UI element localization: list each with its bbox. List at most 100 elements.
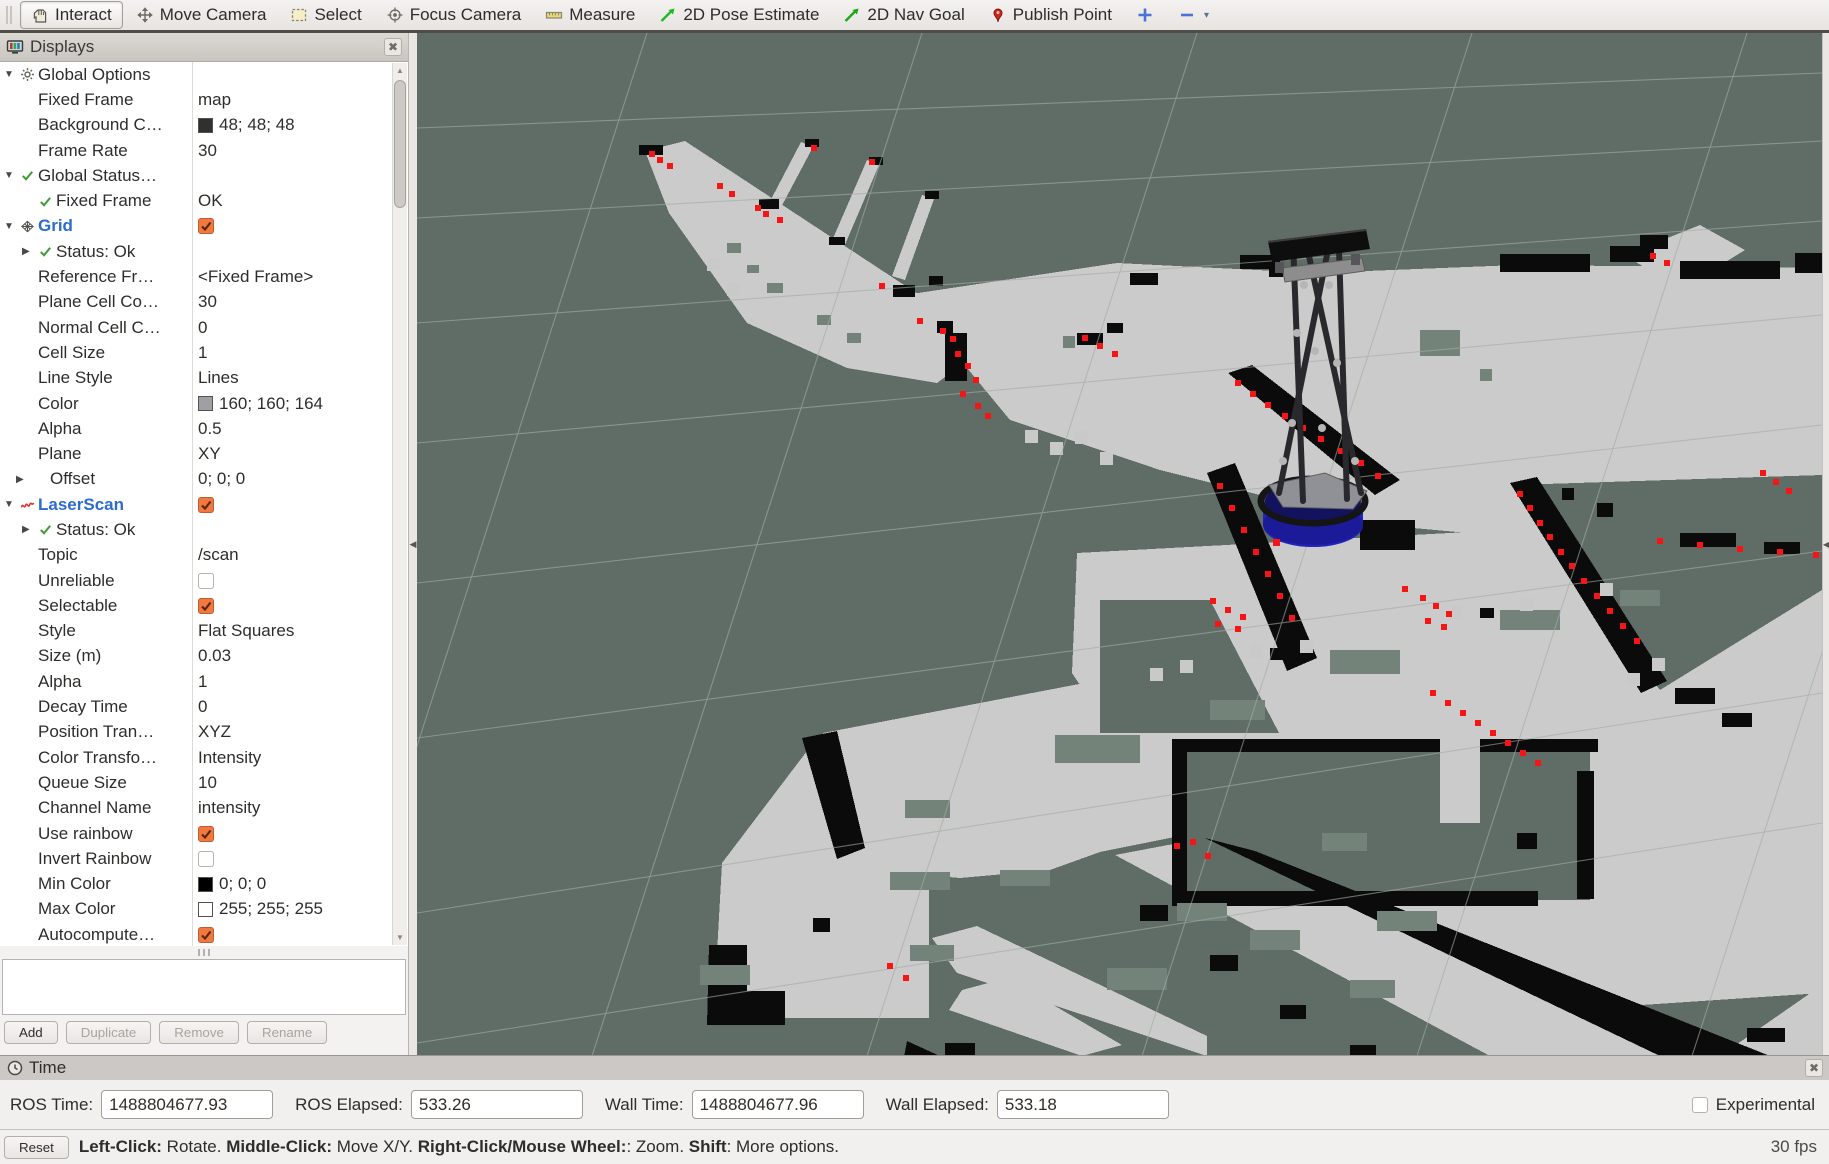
tree-row[interactable]: Cell Size1: [0, 340, 408, 365]
tree-row[interactable]: Fixed Framemap: [0, 87, 408, 112]
tree-row[interactable]: Decay Time0: [0, 694, 408, 719]
tree-row[interactable]: ▼LaserScan: [0, 492, 408, 517]
toolbar-button-plus[interactable]: [1125, 2, 1165, 28]
expander-closed-icon[interactable]: ▶: [16, 474, 32, 485]
tree-row[interactable]: Channel Nameintensity: [0, 796, 408, 821]
tree-row[interactable]: Position Tran…XYZ: [0, 720, 408, 745]
property-checkbox[interactable]: [198, 218, 214, 234]
tree-row[interactable]: Min Color0; 0; 0: [0, 872, 408, 897]
scroll-up-icon[interactable]: ▲: [393, 63, 407, 78]
tree-row[interactable]: Unreliable: [0, 568, 408, 593]
tree-row[interactable]: Queue Size10: [0, 770, 408, 795]
toolbar-button-label: Interact: [55, 5, 112, 25]
toolbar-button-move-camera[interactable]: Move Camera: [125, 1, 278, 29]
plus-icon: [1136, 6, 1154, 24]
tree-row[interactable]: ▶Status: Ok: [0, 239, 408, 264]
toolbar-button-interact[interactable]: Interact: [20, 1, 123, 29]
tree-row[interactable]: Invert Rainbow: [0, 846, 408, 871]
tree-row[interactable]: StyleFlat Squares: [0, 619, 408, 644]
property-checkbox[interactable]: [198, 497, 214, 513]
toolbar-button-minus[interactable]: ▾: [1167, 2, 1220, 28]
time-panel-title: Time: [29, 1058, 66, 1078]
color-swatch[interactable]: [198, 396, 213, 411]
collapse-right-icon[interactable]: ◀: [1823, 540, 1829, 549]
time-close-icon[interactable]: ✖: [1805, 1059, 1823, 1077]
property-label: Cell Size: [38, 343, 105, 363]
scroll-down-icon[interactable]: ▼: [393, 930, 407, 945]
expander-open-icon[interactable]: ▼: [4, 69, 20, 80]
panel-splitter[interactable]: ◀: [409, 33, 417, 1055]
tree-row[interactable]: Use rainbow: [0, 821, 408, 846]
toolbar-button-2d-pose-estimate[interactable]: 2D Pose Estimate: [648, 1, 830, 29]
tree-row[interactable]: Fixed FrameOK: [0, 188, 408, 213]
tree-resize-grip[interactable]: [0, 946, 408, 959]
tree-row[interactable]: ▶Offset0; 0; 0: [0, 467, 408, 492]
property-label: Alpha: [38, 672, 81, 692]
wall-time-input[interactable]: [692, 1090, 864, 1119]
tree-row[interactable]: Color160; 160; 164: [0, 391, 408, 416]
tree-row[interactable]: Selectable: [0, 593, 408, 618]
tree-row[interactable]: ▶Status: Ok: [0, 517, 408, 542]
tree-row[interactable]: Max Color255; 255; 255: [0, 897, 408, 922]
tree-row[interactable]: Alpha0.5: [0, 416, 408, 441]
property-label: Color Transfo…: [38, 748, 157, 768]
dropdown-caret-icon[interactable]: ▾: [1204, 10, 1209, 21]
toolbar-button-select[interactable]: Select: [279, 1, 372, 29]
displays-close-icon[interactable]: ✖: [384, 38, 402, 56]
tree-scrollbar[interactable]: ▲ ▼: [392, 63, 407, 945]
rename-button[interactable]: Rename: [247, 1021, 327, 1044]
tree-row[interactable]: ▼Global Status…: [0, 163, 408, 188]
tree-row[interactable]: ▼Grid: [0, 214, 408, 239]
property-checkbox[interactable]: [198, 598, 214, 614]
property-checkbox[interactable]: [198, 573, 214, 589]
collapse-left-icon[interactable]: ◀: [410, 539, 417, 550]
property-value: 48; 48; 48: [219, 115, 295, 135]
toolbar-button-label: Focus Camera: [410, 5, 521, 25]
toolbar-button-2d-nav-goal[interactable]: 2D Nav Goal: [832, 1, 975, 29]
expander-open-icon[interactable]: ▼: [4, 221, 20, 232]
property-checkbox[interactable]: [198, 927, 214, 943]
color-swatch[interactable]: [198, 902, 213, 917]
property-label: Offset: [50, 469, 95, 489]
tree-row[interactable]: Background C…48; 48; 48: [0, 113, 408, 138]
property-help-area: [2, 959, 406, 1015]
tree-row[interactable]: Frame Rate30: [0, 138, 408, 163]
color-swatch[interactable]: [198, 118, 213, 133]
tree-row[interactable]: PlaneXY: [0, 441, 408, 466]
scroll-thumb[interactable]: [394, 80, 406, 208]
property-checkbox[interactable]: [198, 851, 214, 867]
expander-open-icon[interactable]: ▼: [4, 499, 20, 510]
3d-viewport[interactable]: ◀: [417, 33, 1829, 1055]
ros-time-input[interactable]: [101, 1090, 273, 1119]
reset-button[interactable]: Reset: [4, 1136, 69, 1159]
tree-row[interactable]: Color Transfo…Intensity: [0, 745, 408, 770]
check-icon: [38, 522, 56, 538]
tree-row[interactable]: Reference Fr…<Fixed Frame>: [0, 264, 408, 289]
tree-row[interactable]: Line StyleLines: [0, 366, 408, 391]
ros-elapsed-input[interactable]: [411, 1090, 583, 1119]
property-checkbox[interactable]: [198, 826, 214, 842]
remove-button[interactable]: Remove: [159, 1021, 239, 1044]
expander-closed-icon[interactable]: ▶: [22, 524, 38, 535]
tree-row[interactable]: Autocompute…: [0, 922, 408, 946]
toolbar-button-focus-camera[interactable]: Focus Camera: [375, 1, 532, 29]
right-panel-splitter[interactable]: ◀: [1822, 33, 1829, 1055]
tree-row[interactable]: Topic/scan: [0, 543, 408, 568]
expander-closed-icon[interactable]: ▶: [22, 246, 38, 257]
tree-row[interactable]: Plane Cell Co…30: [0, 290, 408, 315]
tree-row[interactable]: ▼Global Options: [0, 62, 408, 87]
toolbar-button-publish-point[interactable]: Publish Point: [978, 1, 1123, 29]
toolbar-button-measure[interactable]: Measure: [534, 1, 646, 29]
tree-row[interactable]: Alpha1: [0, 669, 408, 694]
color-swatch[interactable]: [198, 877, 213, 892]
duplicate-button[interactable]: Duplicate: [66, 1021, 152, 1044]
property-value: 0: [198, 697, 207, 717]
wall-elapsed-input[interactable]: [997, 1090, 1169, 1119]
tree-row[interactable]: Normal Cell C…0: [0, 315, 408, 340]
add-button[interactable]: Add: [4, 1021, 58, 1044]
property-value: 0.03: [198, 646, 231, 666]
expander-open-icon[interactable]: ▼: [4, 170, 20, 181]
tree-row[interactable]: Size (m)0.03: [0, 644, 408, 669]
toolbar-grip[interactable]: [6, 6, 14, 24]
experimental-checkbox[interactable]: [1692, 1097, 1708, 1113]
